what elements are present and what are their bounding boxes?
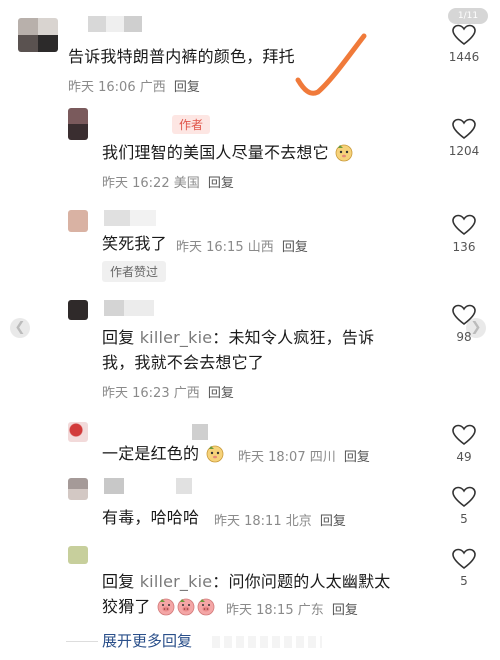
avatar[interactable] bbox=[68, 422, 88, 442]
comment-location: 广西 bbox=[173, 386, 200, 401]
mentioned-user[interactable]: killer_kie bbox=[140, 328, 213, 347]
reply-button[interactable]: 回复 bbox=[208, 386, 234, 401]
like-button[interactable]: 136 bbox=[444, 214, 484, 254]
username-blurred[interactable] bbox=[104, 478, 124, 494]
author-tag: 作者 bbox=[172, 115, 211, 134]
reply-button[interactable]: 回复 bbox=[320, 514, 346, 529]
avatar[interactable] bbox=[68, 210, 88, 232]
comment-location: 广西 bbox=[139, 80, 166, 95]
orange-check-annotation bbox=[295, 33, 367, 96]
comment-text-line2: 我，我就不会去想它了 bbox=[102, 353, 265, 372]
comment-text: 一定是红色的 bbox=[102, 441, 225, 466]
colon: ： bbox=[212, 572, 229, 591]
username-blurred[interactable] bbox=[192, 424, 208, 440]
reply-button[interactable]: 回复 bbox=[174, 80, 200, 95]
heart-outline-icon bbox=[452, 214, 476, 236]
comment-meta: 昨天 18:11 北京 回复 bbox=[214, 510, 346, 529]
page-indicator: 1/11 bbox=[448, 8, 488, 24]
comment-location: 四川 bbox=[309, 450, 336, 465]
comment-body: 我们理智的美国人尽量不去想它 bbox=[102, 143, 329, 162]
author-liked-badge: 作者赞过 bbox=[102, 261, 167, 282]
comment-location: 北京 bbox=[285, 514, 312, 529]
like-count: 1446 bbox=[448, 50, 480, 64]
username-blurred-2 bbox=[176, 478, 192, 494]
cute-face-emoji-icon bbox=[335, 144, 353, 162]
heart-outline-icon bbox=[452, 304, 476, 326]
avatar[interactable] bbox=[68, 546, 88, 564]
pig-face-emoji-icon bbox=[197, 598, 215, 616]
like-button[interactable]: 49 bbox=[444, 424, 484, 464]
avatar[interactable] bbox=[68, 300, 88, 320]
username-blurred[interactable] bbox=[88, 16, 142, 32]
heart-outline-icon bbox=[452, 486, 476, 508]
like-button[interactable]: 5 bbox=[444, 548, 484, 588]
comment-location: 广东 bbox=[297, 603, 324, 618]
comment-line-2: 狡猾了 bbox=[102, 597, 151, 616]
comment-text: 我们理智的美国人尽量不去想它 bbox=[102, 140, 354, 165]
reply-prefix: 回复 bbox=[102, 572, 135, 591]
like-count: 5 bbox=[460, 512, 468, 526]
reply-button[interactable]: 回复 bbox=[208, 176, 234, 191]
like-button[interactable]: 1446 bbox=[444, 24, 484, 64]
comment-time: 昨天 16:15 bbox=[176, 240, 244, 255]
like-count: 49 bbox=[456, 450, 472, 464]
avatar[interactable] bbox=[68, 108, 88, 140]
comment-time: 昨天 18:07 bbox=[238, 450, 306, 465]
thread-divider bbox=[66, 641, 98, 642]
heart-outline-icon bbox=[452, 24, 476, 46]
comment-meta: 昨天 18:15 广东 回复 bbox=[226, 599, 358, 618]
comment-meta: 昨天 18:07 四川 回复 bbox=[238, 446, 370, 465]
reply-button[interactable]: 回复 bbox=[344, 450, 370, 465]
prev-arrow[interactable]: ❮ bbox=[10, 318, 30, 338]
comment-time: 昨天 16:22 bbox=[102, 176, 170, 191]
heart-outline-icon bbox=[452, 118, 476, 140]
comment-time: 昨天 18:15 bbox=[226, 603, 294, 618]
like-count: 98 bbox=[456, 330, 472, 344]
comment-body: 一定是红色的 bbox=[102, 444, 200, 463]
reply-button[interactable]: 回复 bbox=[282, 240, 308, 255]
comment-text: 回复 killer_kie：未知令人疯狂，告诉 bbox=[102, 325, 374, 350]
comment-time: 昨天 16:06 bbox=[68, 80, 136, 95]
comment-meta: 昨天 16:23 广西 回复 bbox=[102, 382, 234, 401]
like-count: 136 bbox=[452, 240, 476, 254]
comment-location: 山西 bbox=[247, 240, 274, 255]
expand-more-replies-button[interactable]: 展开更多回复 bbox=[102, 630, 192, 651]
avatar[interactable] bbox=[18, 18, 58, 52]
comment-meta: 昨天 16:06 广西 回复 bbox=[68, 76, 200, 95]
comment-text: 有毒，哈哈哈 bbox=[102, 508, 200, 527]
like-button[interactable]: 98 bbox=[444, 304, 484, 344]
colon: ： bbox=[212, 328, 229, 347]
heart-outline-icon bbox=[452, 424, 476, 446]
comment-text: 告诉我特朗普内裤的颜色，拜托 bbox=[68, 47, 295, 66]
comment-text: 笑死我了 bbox=[102, 234, 167, 253]
comment-time: 昨天 16:23 bbox=[102, 386, 170, 401]
comment-text: 回复 killer_kie：问你问题的人太幽默太 bbox=[102, 569, 391, 594]
chevron-left-icon: ❮ bbox=[14, 320, 26, 335]
like-button[interactable]: 1204 bbox=[444, 118, 484, 158]
pig-face-emoji-icon bbox=[157, 598, 175, 616]
comment-time: 昨天 18:11 bbox=[214, 514, 282, 529]
reply-button[interactable]: 回复 bbox=[332, 603, 358, 618]
like-count: 1204 bbox=[448, 144, 480, 158]
cute-face-emoji-icon bbox=[206, 445, 223, 463]
reply-prefix: 回复 bbox=[102, 328, 135, 347]
mentioned-user[interactable]: killer_kie bbox=[140, 572, 213, 591]
blurred-footer bbox=[212, 636, 322, 648]
comment-line-1: 问你问题的人太幽默太 bbox=[228, 572, 391, 591]
comment-meta: 昨天 16:15 山西 回复 bbox=[176, 236, 308, 255]
like-count: 5 bbox=[460, 574, 468, 588]
avatar[interactable] bbox=[68, 478, 88, 500]
username-blurred[interactable] bbox=[104, 300, 154, 316]
heart-outline-icon bbox=[452, 548, 476, 570]
comment-meta: 昨天 16:22 美国 回复 bbox=[102, 172, 234, 191]
comment-text-line2: 狡猾了 bbox=[102, 594, 216, 619]
like-button[interactable]: 5 bbox=[444, 486, 484, 526]
comment-location: 美国 bbox=[173, 176, 200, 191]
comment-line-1: 未知令人疯狂，告诉 bbox=[228, 328, 375, 347]
pig-face-emoji-icon bbox=[177, 598, 195, 616]
username-blurred[interactable] bbox=[104, 210, 156, 226]
